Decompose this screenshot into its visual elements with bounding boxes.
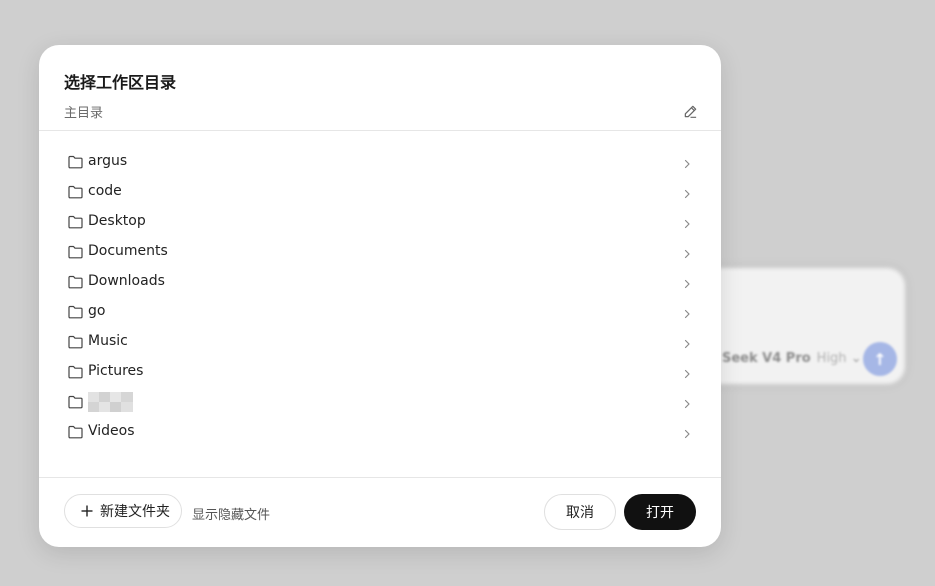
chevron-right-icon <box>681 155 693 169</box>
chevron-right-icon <box>681 185 693 199</box>
cancel-button[interactable]: 取消 <box>544 494 616 530</box>
folder-item[interactable]: Desktop <box>39 206 721 236</box>
current-path: 主目录 <box>64 106 104 121</box>
chevron-right-icon <box>681 275 693 289</box>
folder-icon <box>68 394 83 409</box>
folder-name: argus <box>88 153 128 169</box>
folder-icon <box>68 154 83 169</box>
folder-item[interactable]: code <box>39 176 721 206</box>
arrow-up-icon: ↑ <box>873 349 887 369</box>
select-workspace-dialog: 选择工作区目录 主目录 argus code Desktop Documents Dow… <box>39 45 721 547</box>
folder-name: Documents <box>88 243 168 259</box>
pencil-icon <box>684 105 696 118</box>
show-hidden-files-toggle[interactable]: 显示隐藏文件 <box>192 504 270 523</box>
plus-icon <box>81 505 93 517</box>
folder-icon <box>68 304 83 319</box>
folder-name: go <box>88 303 106 319</box>
folder-icon <box>68 424 83 439</box>
chevron-right-icon <box>681 245 693 259</box>
divider <box>39 130 721 131</box>
folder-name: Pictures <box>88 363 144 379</box>
folder-icon <box>68 364 83 379</box>
folder-item[interactable]: Music <box>39 326 721 356</box>
chevron-right-icon <box>681 365 693 379</box>
folder-item[interactable]: Pictures <box>39 356 721 386</box>
folder-list: argus code Desktop Documents Downloads go Musi… <box>39 146 721 446</box>
chevron-down-icon: ⌄ <box>850 351 862 366</box>
folder-item[interactable]: go <box>39 296 721 326</box>
folder-item[interactable]: Documents <box>39 236 721 266</box>
folder-icon <box>68 214 83 229</box>
folder-icon <box>68 244 83 259</box>
folder-item[interactable]: Videos <box>39 416 721 446</box>
folder-name: Videos <box>88 423 135 439</box>
folder-icon <box>68 184 83 199</box>
folder-name: Desktop <box>88 213 146 229</box>
dialog-title: 选择工作区目录 <box>64 73 177 92</box>
new-folder-button[interactable]: 新建文件夹 <box>64 494 182 528</box>
folder-item[interactable]: argus <box>39 146 721 176</box>
background-model-level: High <box>816 351 847 366</box>
chevron-right-icon <box>681 335 693 349</box>
open-button[interactable]: 打开 <box>624 494 696 530</box>
folder-icon <box>68 334 83 349</box>
folder-name: Downloads <box>88 273 165 289</box>
background-model-name: Seek V4 Pro <box>722 351 811 366</box>
chevron-right-icon <box>681 425 693 439</box>
folder-icon <box>68 274 83 289</box>
folder-item[interactable]: Downloads <box>39 266 721 296</box>
folder-item[interactable] <box>39 386 721 416</box>
chevron-right-icon <box>681 395 693 409</box>
new-folder-label: 新建文件夹 <box>100 504 170 520</box>
chevron-right-icon <box>681 305 693 319</box>
divider <box>39 477 721 478</box>
folder-name: code <box>88 183 122 199</box>
send-button: ↑ <box>863 342 897 376</box>
redacted-folder-name <box>88 392 133 412</box>
folder-name: Music <box>88 333 128 349</box>
background-model-selector: Seek V4 Pro High ⌄ <box>722 351 862 366</box>
edit-path-button[interactable] <box>681 102 699 120</box>
chevron-right-icon <box>681 215 693 229</box>
